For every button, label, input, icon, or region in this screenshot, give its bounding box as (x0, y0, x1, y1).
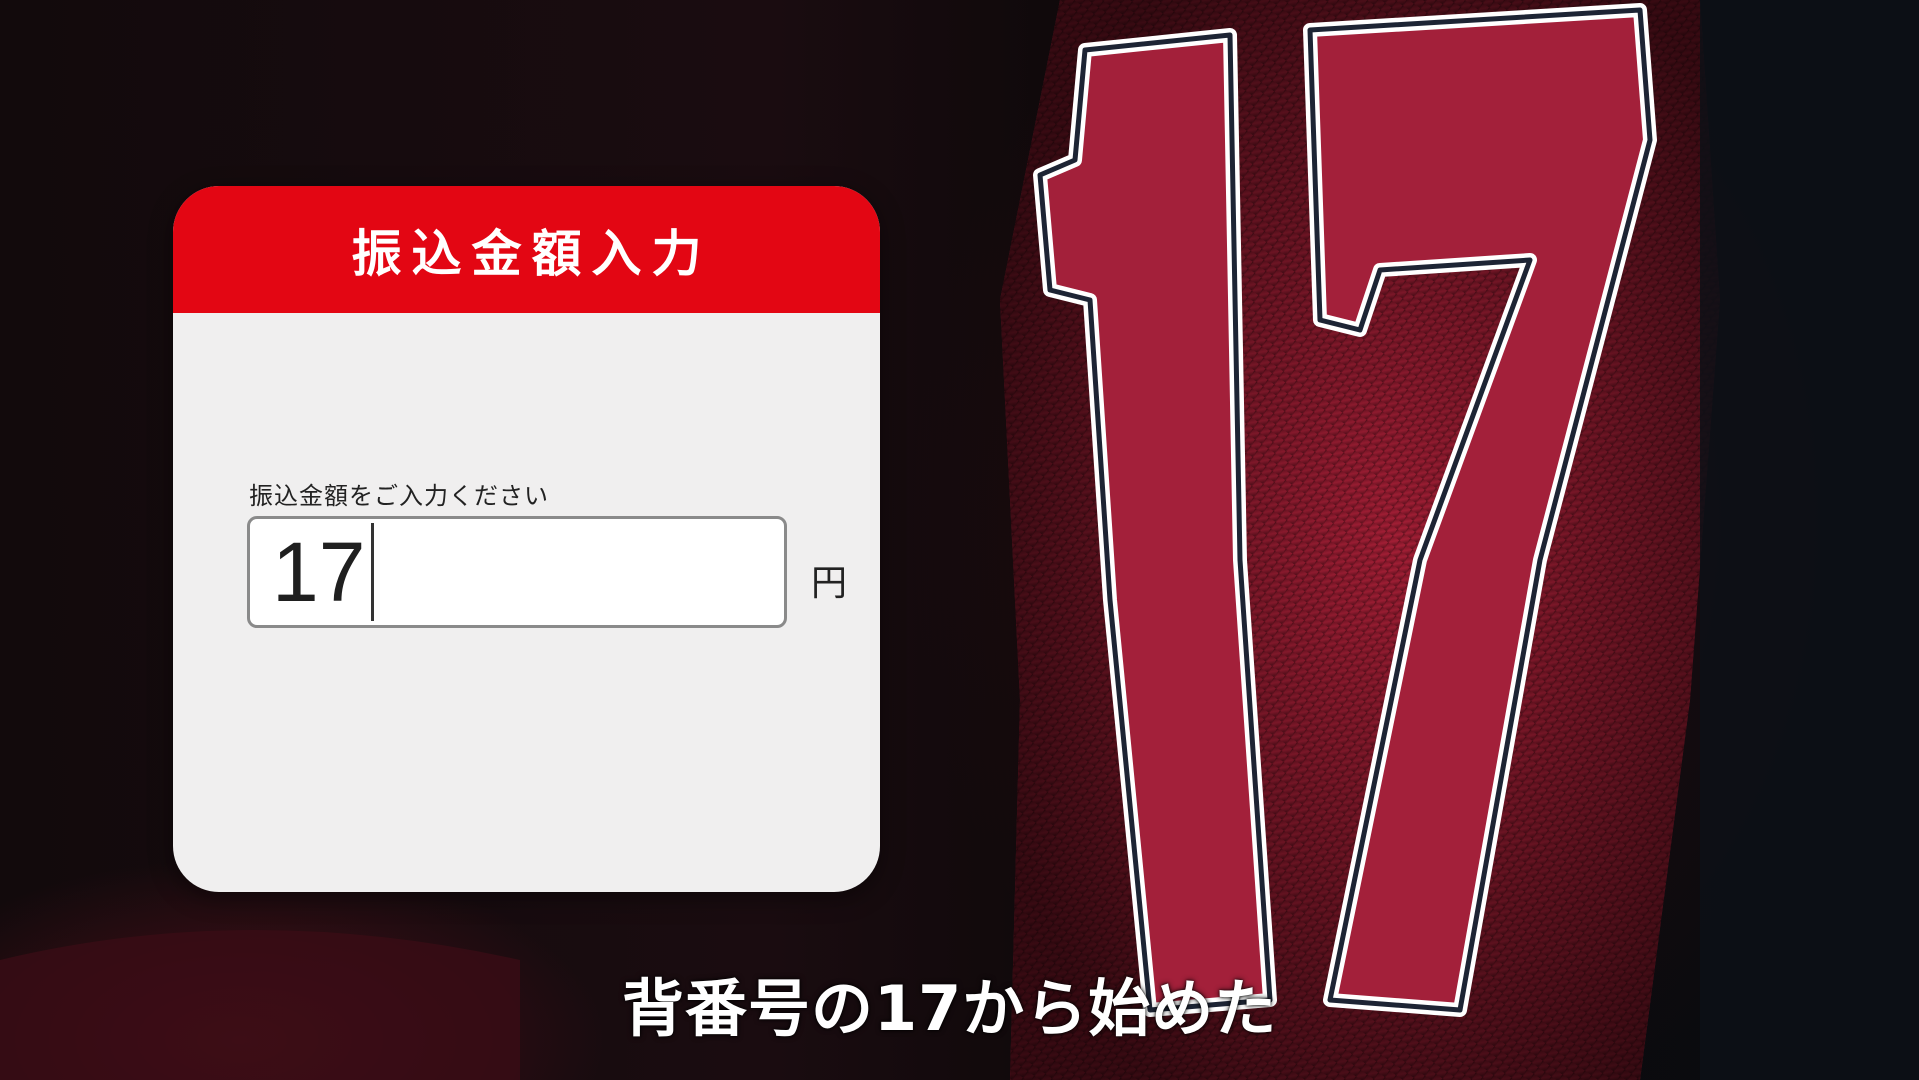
transfer-amount-dialog: 振込金額入力 振込金額をご入力ください 17 円 (173, 186, 880, 892)
amount-input[interactable]: 17 (247, 516, 787, 628)
dialog-title: 振込金額入力 (351, 224, 712, 283)
text-caret (371, 523, 375, 621)
amount-field-label: 振込金額をご入力ください (249, 482, 549, 510)
currency-unit: 円 (811, 563, 848, 604)
video-frame: 振込金額入力 振込金額をご入力ください 17 円 背番号の17から始めた (0, 0, 1919, 1080)
amount-value: 17 (272, 525, 366, 619)
dialog-header: 振込金額入力 (173, 186, 880, 313)
video-subtitle: 背番号の17から始めた (622, 972, 1278, 1045)
